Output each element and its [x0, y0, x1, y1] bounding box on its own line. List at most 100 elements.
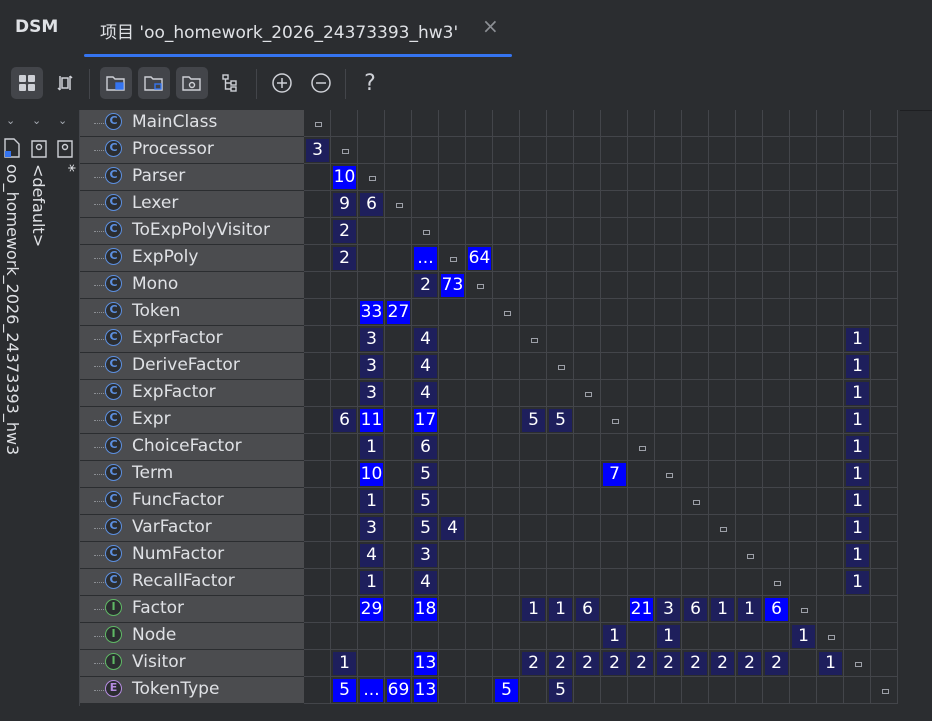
- matrix-cell[interactable]: [736, 569, 763, 596]
- matrix-cell[interactable]: [574, 461, 601, 488]
- matrix-cell[interactable]: [304, 218, 331, 245]
- zoom-in-icon[interactable]: [266, 67, 298, 99]
- matrix-cell[interactable]: [655, 569, 682, 596]
- matrix-cell[interactable]: [628, 515, 655, 542]
- dsm-row-token[interactable]: C Token: [80, 299, 304, 326]
- matrix-cell[interactable]: [493, 434, 520, 461]
- dependency-count[interactable]: 3: [657, 598, 680, 621]
- matrix-cell[interactable]: [385, 434, 412, 461]
- matrix-cell[interactable]: [790, 299, 817, 326]
- dependency-count[interactable]: 1: [846, 490, 869, 513]
- matrix-cell[interactable]: [439, 407, 466, 434]
- matrix-cell[interactable]: [736, 191, 763, 218]
- matrix-cell[interactable]: [790, 380, 817, 407]
- matrix-cell[interactable]: [331, 353, 358, 380]
- matrix-cell[interactable]: [682, 326, 709, 353]
- dependency-count[interactable]: 1: [819, 652, 842, 675]
- matrix-cell[interactable]: [520, 434, 547, 461]
- matrix-cell[interactable]: [682, 137, 709, 164]
- matrix-cell[interactable]: [736, 299, 763, 326]
- dependency-count[interactable]: 2: [738, 652, 761, 675]
- matrix-cell[interactable]: [520, 623, 547, 650]
- matrix-cell[interactable]: [709, 542, 736, 569]
- matrix-cell[interactable]: [682, 623, 709, 650]
- matrix-cell[interactable]: [574, 407, 601, 434]
- matrix-cell[interactable]: [601, 515, 628, 542]
- matrix-cell[interactable]: [655, 407, 682, 434]
- matrix-cell[interactable]: [682, 434, 709, 461]
- matrix-cell[interactable]: [493, 569, 520, 596]
- matrix-cell[interactable]: [574, 353, 601, 380]
- matrix-cell[interactable]: [682, 542, 709, 569]
- matrix-cell[interactable]: [547, 164, 574, 191]
- matrix-cell[interactable]: [466, 407, 493, 434]
- matrix-cell[interactable]: [439, 326, 466, 353]
- matrix-cell[interactable]: [574, 272, 601, 299]
- matrix-cell[interactable]: [736, 461, 763, 488]
- matrix-cell[interactable]: [439, 569, 466, 596]
- matrix-cell[interactable]: [655, 137, 682, 164]
- matrix-cell[interactable]: [655, 326, 682, 353]
- matrix-cell[interactable]: [763, 272, 790, 299]
- matrix-cell[interactable]: [709, 569, 736, 596]
- matrix-cell[interactable]: [817, 677, 844, 704]
- matrix-cell[interactable]: [520, 191, 547, 218]
- matrix-cell[interactable]: [628, 353, 655, 380]
- matrix-cell[interactable]: [385, 488, 412, 515]
- matrix-cell[interactable]: [871, 218, 898, 245]
- matrix-cell[interactable]: [547, 137, 574, 164]
- matrix-cell[interactable]: [844, 218, 871, 245]
- matrix-cell[interactable]: [304, 596, 331, 623]
- matrix-cell[interactable]: [439, 434, 466, 461]
- matrix-cell[interactable]: [871, 407, 898, 434]
- matrix-cell[interactable]: [331, 542, 358, 569]
- matrix-cell[interactable]: [682, 299, 709, 326]
- matrix-cell[interactable]: [493, 218, 520, 245]
- matrix-cell[interactable]: [520, 569, 547, 596]
- dsm-matrix[interactable]: 3 10 9 6 2 2... 64 2 73 33 27 3 4 1 3 4 1 3 4 1 6 11 17 5 5 1 1 6 1 1…: [304, 110, 900, 704]
- matrix-cell[interactable]: [547, 380, 574, 407]
- matrix-cell[interactable]: [439, 650, 466, 677]
- matrix-cell[interactable]: [736, 137, 763, 164]
- matrix-cell[interactable]: [736, 434, 763, 461]
- matrix-cell[interactable]: [817, 191, 844, 218]
- dependency-count[interactable]: 1: [846, 355, 869, 378]
- matrix-cell[interactable]: [871, 110, 898, 137]
- matrix-cell[interactable]: [385, 272, 412, 299]
- dependency-count[interactable]: 1: [711, 598, 734, 621]
- matrix-cell[interactable]: [439, 164, 466, 191]
- matrix-cell[interactable]: [655, 542, 682, 569]
- dependency-count[interactable]: 6: [765, 598, 788, 621]
- dependency-count[interactable]: 6: [360, 193, 383, 216]
- matrix-cell[interactable]: [574, 110, 601, 137]
- matrix-cell[interactable]: [358, 218, 385, 245]
- matrix-cell[interactable]: [601, 488, 628, 515]
- matrix-cell[interactable]: [655, 218, 682, 245]
- matrix-cell[interactable]: [628, 299, 655, 326]
- matrix-cell[interactable]: [331, 326, 358, 353]
- matrix-cell[interactable]: [763, 461, 790, 488]
- matrix-cell[interactable]: [547, 272, 574, 299]
- matrix-cell[interactable]: [790, 542, 817, 569]
- dsm-row-recallfactor[interactable]: C RecallFactor: [80, 569, 304, 596]
- matrix-cell[interactable]: [709, 299, 736, 326]
- matrix-cell[interactable]: [331, 569, 358, 596]
- matrix-cell[interactable]: [601, 110, 628, 137]
- matrix-cell[interactable]: [736, 488, 763, 515]
- matrix-cell[interactable]: [574, 326, 601, 353]
- matrix-cell[interactable]: [304, 191, 331, 218]
- matrix-cell[interactable]: [385, 353, 412, 380]
- matrix-cell[interactable]: [466, 515, 493, 542]
- matrix-cell[interactable]: [331, 596, 358, 623]
- matrix-cell[interactable]: [871, 272, 898, 299]
- matrix-cell[interactable]: [466, 326, 493, 353]
- matrix-cell[interactable]: [736, 110, 763, 137]
- matrix-cell[interactable]: [655, 299, 682, 326]
- matrix-cell[interactable]: [790, 245, 817, 272]
- matrix-cell[interactable]: [682, 380, 709, 407]
- dependency-count[interactable]: 2: [576, 652, 599, 675]
- chevron-down-icon[interactable]: ⌄: [58, 114, 67, 127]
- dsm-row-tokentype[interactable]: E TokenType: [80, 677, 304, 704]
- matrix-cell[interactable]: [817, 380, 844, 407]
- matrix-cell[interactable]: [385, 650, 412, 677]
